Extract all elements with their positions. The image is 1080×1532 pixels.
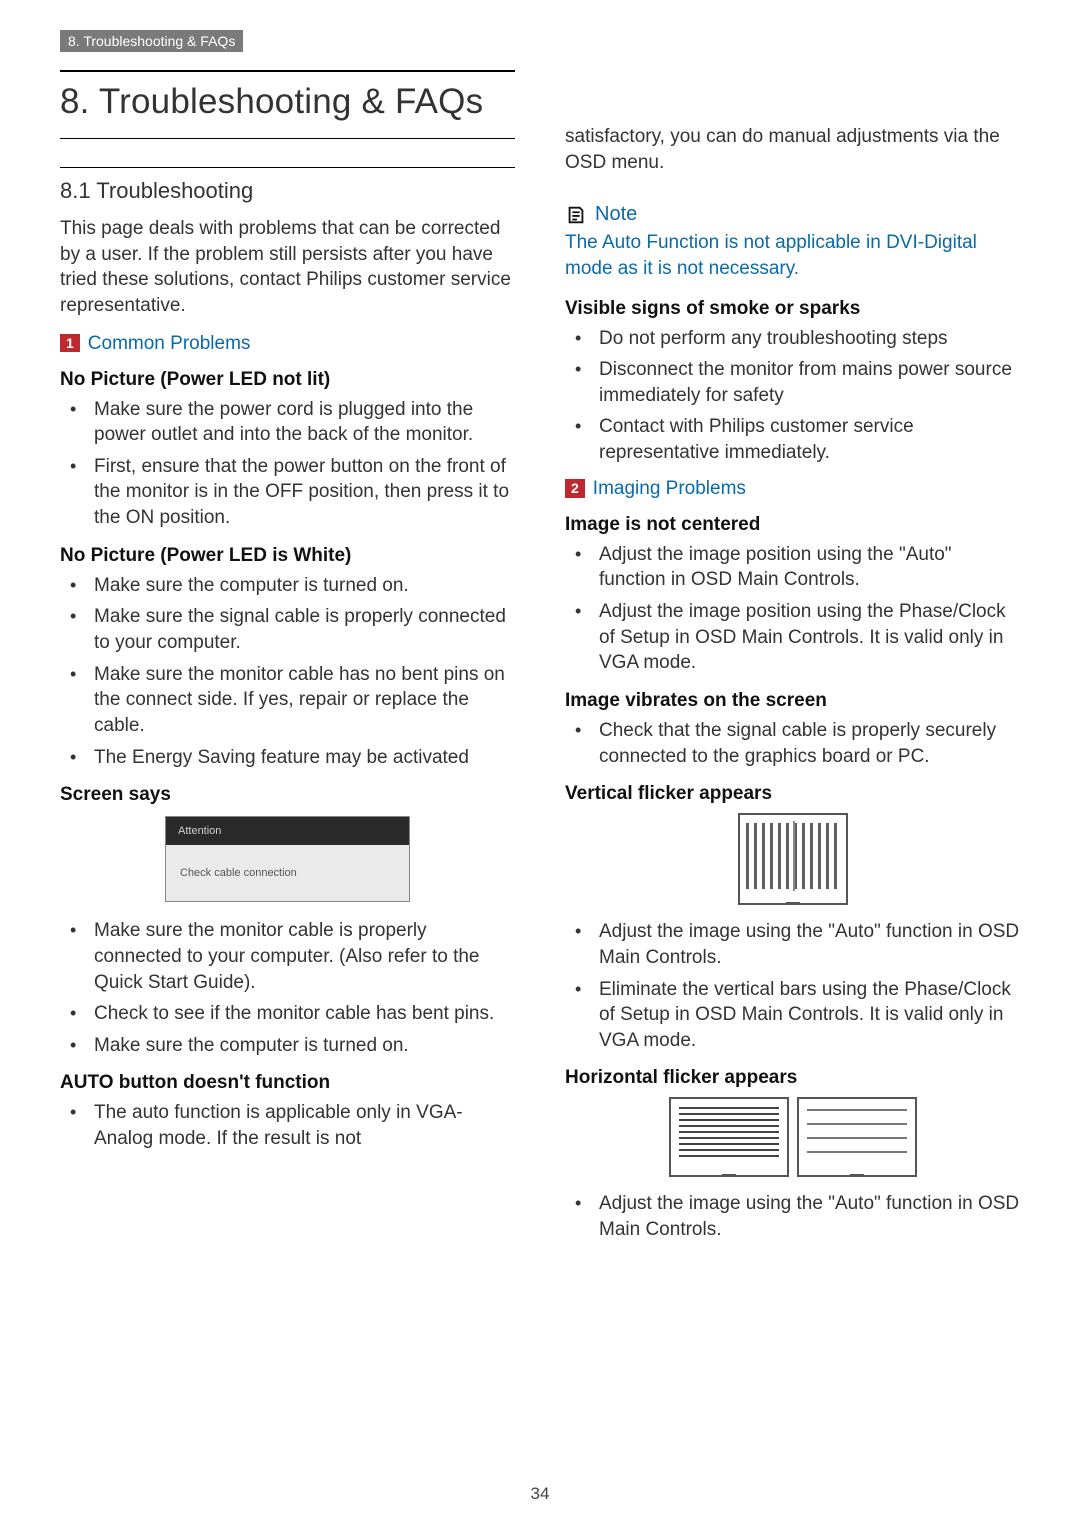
intro-paragraph: This page deals with problems that can b… (60, 216, 515, 319)
list-item: Make sure the signal cable is properly c… (60, 604, 515, 655)
list-item: Adjust the image position using the "Aut… (565, 542, 1020, 593)
horizontal-flicker-illustration (565, 1097, 1020, 1177)
list-item: The auto function is applicable only in … (60, 1100, 515, 1151)
attention-dialog: Attention Check cable connection (165, 816, 410, 902)
list-item: Make sure the monitor cable is properly … (60, 918, 515, 995)
list-item: Make sure the monitor cable has no bent … (60, 662, 515, 739)
common-problems-heading: 1 Common Problems (60, 333, 515, 355)
horizontal-flicker-heading: Horizontal flicker appears (565, 1067, 1020, 1089)
list-item: Adjust the image using the "Auto" functi… (565, 1191, 1020, 1242)
note-body: The Auto Function is not applicable in D… (565, 230, 1020, 281)
screen-says-heading: Screen says (60, 784, 515, 806)
note-title: Note (595, 203, 637, 226)
dialog-body: Check cable connection (166, 845, 409, 901)
list-item: Disconnect the monitor from mains power … (565, 357, 1020, 408)
list-item: The Energy Saving feature may be activat… (60, 745, 515, 771)
vertical-flicker-illustration (738, 813, 848, 905)
list-item: Make sure the power cord is plugged into… (60, 397, 515, 448)
dialog-title: Attention (166, 817, 409, 845)
vertical-flicker-heading: Vertical flicker appears (565, 783, 1020, 805)
list-item: Adjust the image position using the Phas… (565, 599, 1020, 676)
image-vibrates-heading: Image vibrates on the screen (565, 690, 1020, 712)
list-item: Adjust the image using the "Auto" functi… (565, 919, 1020, 970)
chapter-title: 8. Troubleshooting & FAQs (60, 70, 515, 139)
auto-continuation: satisfactory, you can do manual adjustme… (565, 124, 1020, 175)
list-item: Eliminate the vertical bars using the Ph… (565, 977, 1020, 1054)
list-item: Make sure the computer is turned on. (60, 1033, 515, 1059)
imaging-problems-label: Imaging Problems (593, 478, 746, 499)
page-number: 34 (531, 1484, 550, 1504)
list-item: Contact with Philips customer service re… (565, 414, 1020, 465)
image-not-centered-heading: Image is not centered (565, 514, 1020, 536)
no-picture-led-off-heading: No Picture (Power LED not lit) (60, 369, 515, 391)
imaging-problems-heading: 2 Imaging Problems (565, 478, 1020, 500)
note-icon (565, 204, 587, 226)
number-badge-2: 2 (565, 479, 585, 498)
left-column: 8. Troubleshooting & FAQs 8.1 Troublesho… (60, 70, 515, 1251)
auto-button-heading: AUTO button doesn't function (60, 1072, 515, 1094)
no-picture-led-white-heading: No Picture (Power LED is White) (60, 545, 515, 567)
section-title: 8.1 Troubleshooting (60, 167, 515, 204)
list-item: First, ensure that the power button on t… (60, 454, 515, 531)
smoke-heading: Visible signs of smoke or sparks (565, 298, 1020, 320)
list-item: Check that the signal cable is properly … (565, 718, 1020, 769)
running-header: 8. Troubleshooting & FAQs (60, 30, 243, 52)
common-problems-label: Common Problems (88, 333, 251, 354)
right-column: satisfactory, you can do manual adjustme… (565, 70, 1020, 1251)
list-item: Make sure the computer is turned on. (60, 573, 515, 599)
list-item: Check to see if the monitor cable has be… (60, 1001, 515, 1027)
number-badge-1: 1 (60, 334, 80, 353)
list-item: Do not perform any troubleshooting steps (565, 326, 1020, 352)
